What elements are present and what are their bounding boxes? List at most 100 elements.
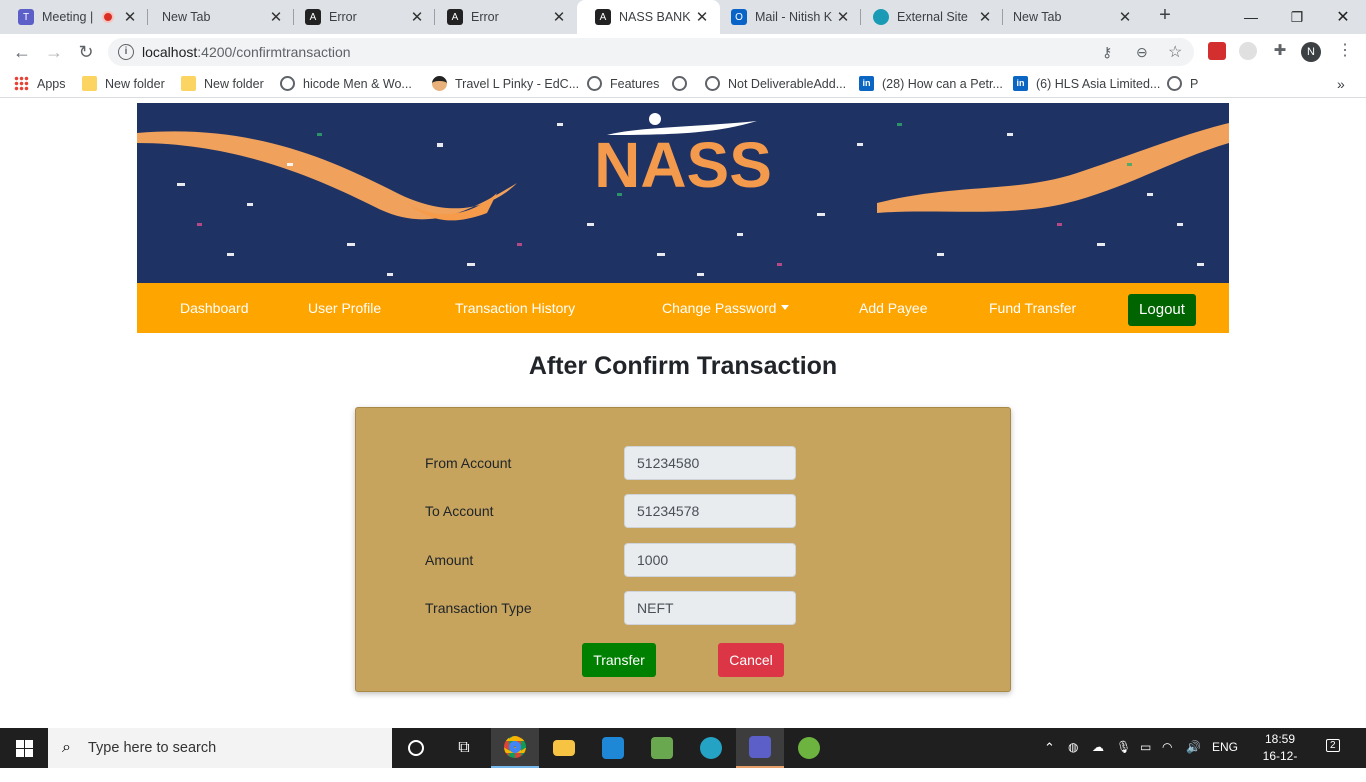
task-view-icon[interactable]: ⧉ (440, 728, 488, 768)
clock-time: 18:59 (1264, 732, 1296, 746)
key-icon[interactable]: ⚷ (1102, 44, 1112, 61)
tab-meeting[interactable]: T Meeting | ✕ (0, 0, 148, 34)
notification-count: 2 (1330, 740, 1336, 751)
menu-kebab-icon[interactable]: ⋮ (1336, 42, 1354, 60)
bookmark-star-icon[interactable]: ☆ (1168, 42, 1182, 62)
extension-red-icon[interactable] (1208, 42, 1226, 60)
bookmark-hicode[interactable]: hicode Men & Wo... (280, 76, 412, 91)
close-tab-icon[interactable]: ✕ (551, 8, 567, 26)
clock-date: 16-12-2020 (1262, 749, 1298, 780)
close-tab-icon[interactable]: ✕ (409, 8, 425, 26)
zoom-icon[interactable]: ⊖ (1136, 44, 1148, 61)
tab-mail[interactable]: O Mail - Nitish K ✕ (713, 0, 861, 34)
angular-icon: A (595, 9, 611, 25)
extensions-puzzle-icon[interactable]: ✚ (1271, 42, 1289, 60)
nav-dashboard[interactable]: Dashboard (180, 300, 249, 316)
bookmark-travel[interactable]: Travel L Pinky - EdC... (432, 76, 579, 91)
chrome-taskbar-icon[interactable] (491, 728, 539, 768)
bookmark-p[interactable]: P (1167, 76, 1198, 91)
recording-icon (102, 11, 114, 23)
tab-title: Meeting | (42, 10, 94, 24)
new-tab-plus-icon[interactable]: + (1153, 4, 1177, 30)
close-tab-icon[interactable]: ✕ (122, 8, 138, 26)
address-bar[interactable]: i localhost:4200/confirmtransaction ⚷ ⊖ … (108, 38, 1194, 66)
transfer-button[interactable]: Transfer (582, 643, 656, 677)
wifi-icon[interactable]: ◠ (1162, 740, 1172, 754)
tab-error-1[interactable]: A Error ✕ (287, 0, 435, 34)
restore-icon[interactable]: ❐ (1274, 0, 1320, 34)
cortana-icon[interactable] (392, 728, 440, 768)
tab-nass-bank[interactable]: A NASS BANK ✕ (577, 0, 720, 34)
media-app-icon[interactable] (638, 728, 686, 768)
browser-app-icon[interactable] (687, 728, 735, 768)
nav-fund-transfer[interactable]: Fund Transfer (989, 300, 1076, 316)
minimize-icon[interactable]: — (1228, 0, 1274, 34)
spring-app-icon[interactable] (785, 728, 833, 768)
angular-icon: A (447, 9, 463, 25)
bookmark-new-folder-2[interactable]: New folder (181, 76, 264, 91)
transaction-type-field[interactable]: NEFT (624, 591, 796, 625)
tab-title: New Tab (162, 10, 211, 24)
tab-new-tab-1[interactable]: New Tab ✕ (144, 0, 294, 34)
tab-title: External Site (897, 10, 968, 24)
browser-tab-strip: T Meeting | ✕ New Tab ✕ A Error ✕ A Erro… (0, 0, 1366, 34)
site-icon (873, 9, 889, 25)
logout-button[interactable]: Logout (1128, 294, 1196, 326)
close-tab-icon[interactable]: ✕ (694, 8, 710, 26)
bookmarks-overflow-icon[interactable]: » (1337, 76, 1345, 92)
volume-icon[interactable]: 🔊 (1186, 740, 1201, 754)
microphone-icon[interactable]: 🎙 (1116, 740, 1131, 754)
close-window-icon[interactable]: ✕ (1320, 0, 1366, 34)
extension-grey-icon[interactable] (1239, 42, 1257, 60)
notification-center-icon[interactable]: 2 (1326, 739, 1340, 752)
search-icon: ⌕ (62, 739, 71, 756)
tab-new-tab-2[interactable]: New Tab ✕ (995, 0, 1143, 34)
bookmark-new-folder-1[interactable]: New folder (82, 76, 165, 91)
url-path: :4200/confirmtransaction (197, 44, 351, 60)
close-tab-icon[interactable]: ✕ (268, 8, 284, 26)
close-tab-icon[interactable]: ✕ (835, 8, 851, 26)
from-account-field[interactable]: 51234580 (624, 446, 796, 480)
nav-user-profile[interactable]: User Profile (308, 300, 381, 316)
tray-chevron-icon[interactable]: ⌃ (1044, 740, 1055, 756)
nass-banner: NASS (137, 103, 1229, 283)
tab-external-site[interactable]: External Site ✕ (855, 0, 1003, 34)
bookmark-linkedin-2[interactable]: in (6) HLS Asia Limited... (1013, 76, 1160, 91)
angular-icon: A (305, 9, 321, 25)
file-explorer-icon[interactable] (540, 728, 588, 768)
forward-arrow-icon[interactable]: → (42, 40, 66, 64)
close-tab-icon[interactable]: ✕ (1117, 8, 1133, 26)
bookmark-not-deliverable[interactable]: Not DeliverableAdd... (705, 76, 846, 91)
url-text[interactable]: localhost:4200/confirmtransaction (142, 44, 351, 60)
taskbar-search-box[interactable]: ⌕ Type here to search (48, 728, 392, 768)
nav-add-payee[interactable]: Add Payee (859, 300, 928, 316)
bookmark-untitled[interactable] (672, 76, 695, 91)
cancel-button[interactable]: Cancel (718, 643, 784, 677)
bookmark-apps[interactable]: Apps (14, 76, 66, 91)
onedrive-icon[interactable]: ☁ (1092, 740, 1104, 754)
bookmark-features[interactable]: Features (587, 76, 659, 91)
amount-field[interactable]: 1000 (624, 543, 796, 577)
teams-taskbar-icon[interactable] (736, 728, 784, 768)
tab-error-2[interactable]: A Error ✕ (429, 0, 577, 34)
back-arrow-icon[interactable]: ← (10, 40, 34, 64)
close-tab-icon[interactable]: ✕ (977, 8, 993, 26)
nav-change-password[interactable]: Change Password (662, 300, 790, 316)
transaction-type-label: Transaction Type (425, 600, 532, 616)
to-account-field[interactable]: 51234578 (624, 494, 796, 528)
url-host: localhost (142, 44, 198, 60)
apps-grid-icon (14, 76, 29, 91)
battery-icon[interactable]: ▭ (1140, 740, 1151, 754)
site-info-icon[interactable]: i (118, 44, 134, 60)
language-indicator[interactable]: ENG (1212, 740, 1238, 754)
bookmark-label: P (1190, 76, 1199, 91)
vscode-icon[interactable] (589, 728, 637, 768)
profile-avatar[interactable]: N (1301, 42, 1321, 62)
bookmark-label: (6) HLS Asia Limited... (1036, 76, 1161, 91)
system-clock[interactable]: 18:59 16-12-2020 (1252, 731, 1308, 782)
windows-start-icon[interactable] (0, 728, 48, 768)
reload-icon[interactable]: ↻ (74, 40, 98, 64)
bookmark-linkedin-1[interactable]: in (28) How can a Petr... (859, 76, 1003, 91)
tray-security-icon[interactable]: ◍ (1068, 740, 1078, 754)
nav-transaction-history[interactable]: Transaction History (455, 300, 575, 316)
